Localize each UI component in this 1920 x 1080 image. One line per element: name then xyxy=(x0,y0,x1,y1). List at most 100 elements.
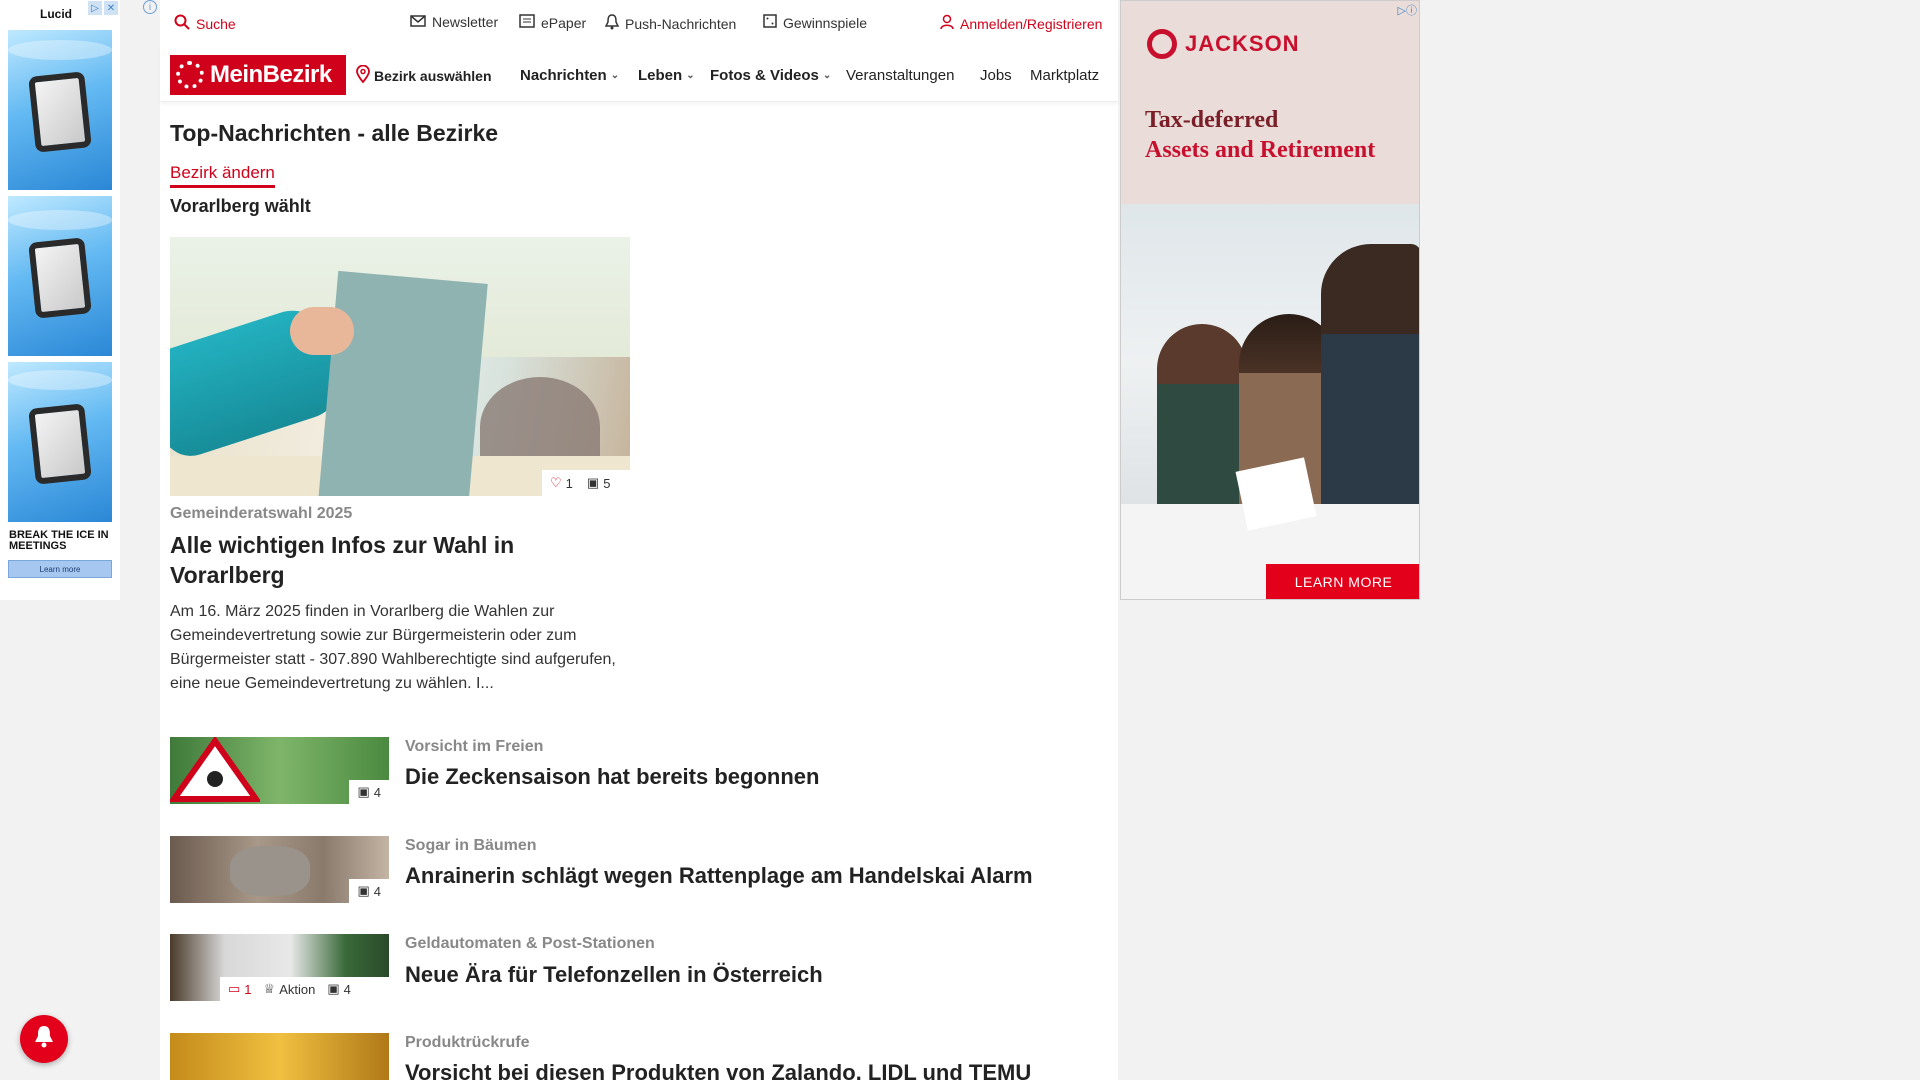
nav-veranstaltungen[interactable]: Veranstaltungen xyxy=(846,67,954,84)
gewinnspiele-link[interactable]: Gewinnspiele xyxy=(763,14,867,31)
map-pin-icon xyxy=(356,64,370,87)
right-display-ad[interactable]: JACKSON Tax-deferred Assets and Retireme… xyxy=(1120,0,1420,600)
article-thumbnail[interactable]: ▣ 4 xyxy=(170,836,389,903)
left-skyscraper-ad[interactable]: Lucid ▷ ✕ BREAK THE ICE IN MEETINGS Lear… xyxy=(0,0,120,600)
article-stats-badge: ▭ 1 ♕ Aktion ▣ 4 xyxy=(220,977,389,1001)
ad-tagline: BREAK THE ICE IN MEETINGS xyxy=(9,529,109,552)
ad-choices[interactable]: ▷ ✕ xyxy=(88,1,118,17)
nav-label: Marktplatz xyxy=(1030,67,1100,84)
comments-count: 1 xyxy=(244,981,252,997)
ad-header-panel: JACKSON Tax-deferred Assets and Retireme… xyxy=(1121,1,1419,204)
select-district-label: Bezirk auswählen xyxy=(374,68,492,84)
ad-learn-more-button[interactable]: Learn more xyxy=(8,560,112,578)
newsletter-link[interactable]: Newsletter xyxy=(410,14,498,30)
top-utility-bar: Suche Newsletter ePaper Push-Nachrichten… xyxy=(160,0,1118,46)
article-kicker: Vorsicht im Freien xyxy=(405,738,544,755)
epaper-link[interactable]: ePaper xyxy=(519,14,586,31)
nav-label: Leben xyxy=(638,67,683,84)
likes-count: 1 xyxy=(565,475,573,491)
bell-icon xyxy=(33,1024,55,1055)
nav-marktplatz[interactable]: Marktplatz xyxy=(1030,67,1114,84)
page-title: Top-Nachrichten - alle Bezirke xyxy=(170,120,499,146)
nav-fotos-videos[interactable]: Fotos & Videos ⌄ xyxy=(710,67,831,84)
photo-count-badge: ▣ 4 xyxy=(349,780,389,804)
epaper-label: ePaper xyxy=(541,14,587,31)
ad-brand: JACKSON xyxy=(1185,31,1300,56)
gallery-icon: ▣ xyxy=(357,883,370,898)
change-district-link[interactable]: Bezirk ändern xyxy=(170,163,275,188)
article-headline[interactable]: Die Zeckensaison hat bereits begonnen xyxy=(405,764,819,790)
lead-teaser: Am 16. März 2025 finden in Vorarlberg di… xyxy=(170,603,616,692)
gewinnspiele-label: Gewinnspiele xyxy=(783,14,868,31)
article-thumbnail[interactable]: ▣ 4 xyxy=(170,737,389,804)
nav-label: Fotos & Videos xyxy=(710,67,819,84)
ad-image-tile xyxy=(8,362,112,522)
ad-image-tile xyxy=(8,196,112,356)
mail-icon xyxy=(410,14,426,30)
comment-icon: ▭ xyxy=(228,981,241,996)
section-heading: Vorarlberg wählt xyxy=(170,196,311,216)
article-thumbnail[interactable]: ▭ 1 ♕ Aktion ▣ 4 xyxy=(170,934,389,1001)
chevron-down-icon: ⌄ xyxy=(822,70,832,81)
article-kicker: Produktrückrufe xyxy=(405,1034,530,1051)
lead-kicker: Gemeinderatswahl 2025 xyxy=(170,505,353,522)
user-icon xyxy=(940,14,954,33)
ad-headline-2: Assets and Retirement xyxy=(1145,137,1376,163)
info-icon[interactable]: i xyxy=(143,0,157,14)
ad-photo xyxy=(1121,204,1419,599)
chevron-down-icon: ⌄ xyxy=(686,70,695,81)
aktion-label: Aktion xyxy=(279,981,316,997)
article-kicker: Sogar in Bäumen xyxy=(405,837,537,854)
logo-sun-icon xyxy=(176,61,204,89)
heart-icon: ♡ xyxy=(550,475,562,490)
gallery-icon: ▣ xyxy=(357,784,370,799)
ad-learn-more-button[interactable]: LEARN MORE xyxy=(1266,564,1419,599)
photos-count: 4 xyxy=(373,784,381,800)
photos-count: 4 xyxy=(343,981,351,997)
article-headline[interactable]: Neue Ära für Telefonzellen in Österreich xyxy=(405,962,823,988)
select-district-button[interactable]: Bezirk auswählen xyxy=(356,64,492,87)
main-column: Suche Newsletter ePaper Push-Nachrichten… xyxy=(160,0,1118,1080)
dice-icon xyxy=(763,14,777,31)
jackson-logo-icon xyxy=(1147,29,1177,59)
adchoices-icon[interactable]: ▷ xyxy=(88,1,102,15)
warning-sign-icon xyxy=(170,737,262,802)
search-link[interactable]: Suche xyxy=(174,14,236,33)
lead-stats-badge: ♡ 1 ▣ 5 xyxy=(542,470,630,496)
nav-jobs[interactable]: Jobs xyxy=(980,67,1012,84)
ad-brand: Lucid xyxy=(40,7,72,21)
nav-leben[interactable]: Leben ⌄ xyxy=(638,67,695,84)
article-kicker: Geldautomaten & Post-Stationen xyxy=(405,935,655,952)
newspaper-icon xyxy=(519,14,535,31)
gallery-icon: ▣ xyxy=(327,981,340,996)
notification-bell-button[interactable] xyxy=(20,1015,68,1063)
gallery-icon: ▣ xyxy=(586,475,600,490)
nav-nachrichten[interactable]: Nachrichten ⌄ xyxy=(520,67,619,84)
lead-headline[interactable]: Alle wichtigen Infos zur Wahl in Vorarlb… xyxy=(170,530,630,590)
article-thumbnail[interactable] xyxy=(170,1033,389,1080)
photo-count-badge: ▣ 4 xyxy=(349,879,389,903)
article-headline[interactable]: Anrainerin schlägt wegen Rattenplage am … xyxy=(405,863,1033,889)
adchoices-icon[interactable]: ▷ⓘ xyxy=(1398,2,1417,18)
login-link[interactable]: Anmelden/Registrieren xyxy=(940,14,1102,33)
newsletter-label: Newsletter xyxy=(432,14,499,30)
article-headline[interactable]: Vorsicht bei diesen Produkten von Zaland… xyxy=(405,1060,1031,1080)
search-label: Suche xyxy=(196,15,236,32)
push-label: Push-Nachrichten xyxy=(625,15,737,32)
trophy-icon: ♕ xyxy=(263,981,276,996)
ad-headline-1: Tax-deferred xyxy=(1145,107,1279,133)
nav-label: Jobs xyxy=(980,67,1012,84)
photos-count: 4 xyxy=(373,883,381,899)
bell-icon xyxy=(604,14,620,33)
nav-label: Nachrichten xyxy=(520,67,607,84)
lead-article-image[interactable]: ♡ 1 ▣ 5 xyxy=(170,237,630,496)
ad-image-tile xyxy=(8,30,112,190)
push-notifications-link[interactable]: Push-Nachrichten xyxy=(604,14,737,33)
site-logo[interactable]: MeinBezirk xyxy=(170,55,346,95)
chevron-down-icon: ⌄ xyxy=(610,70,620,81)
close-icon[interactable]: ✕ xyxy=(104,1,118,15)
photos-count: 5 xyxy=(603,475,611,491)
login-label: Anmelden/Registrieren xyxy=(960,15,1103,32)
main-navigation: MeinBezirk Bezirk auswählen Nachrichten ⌄… xyxy=(160,46,1118,102)
search-icon xyxy=(174,14,190,33)
